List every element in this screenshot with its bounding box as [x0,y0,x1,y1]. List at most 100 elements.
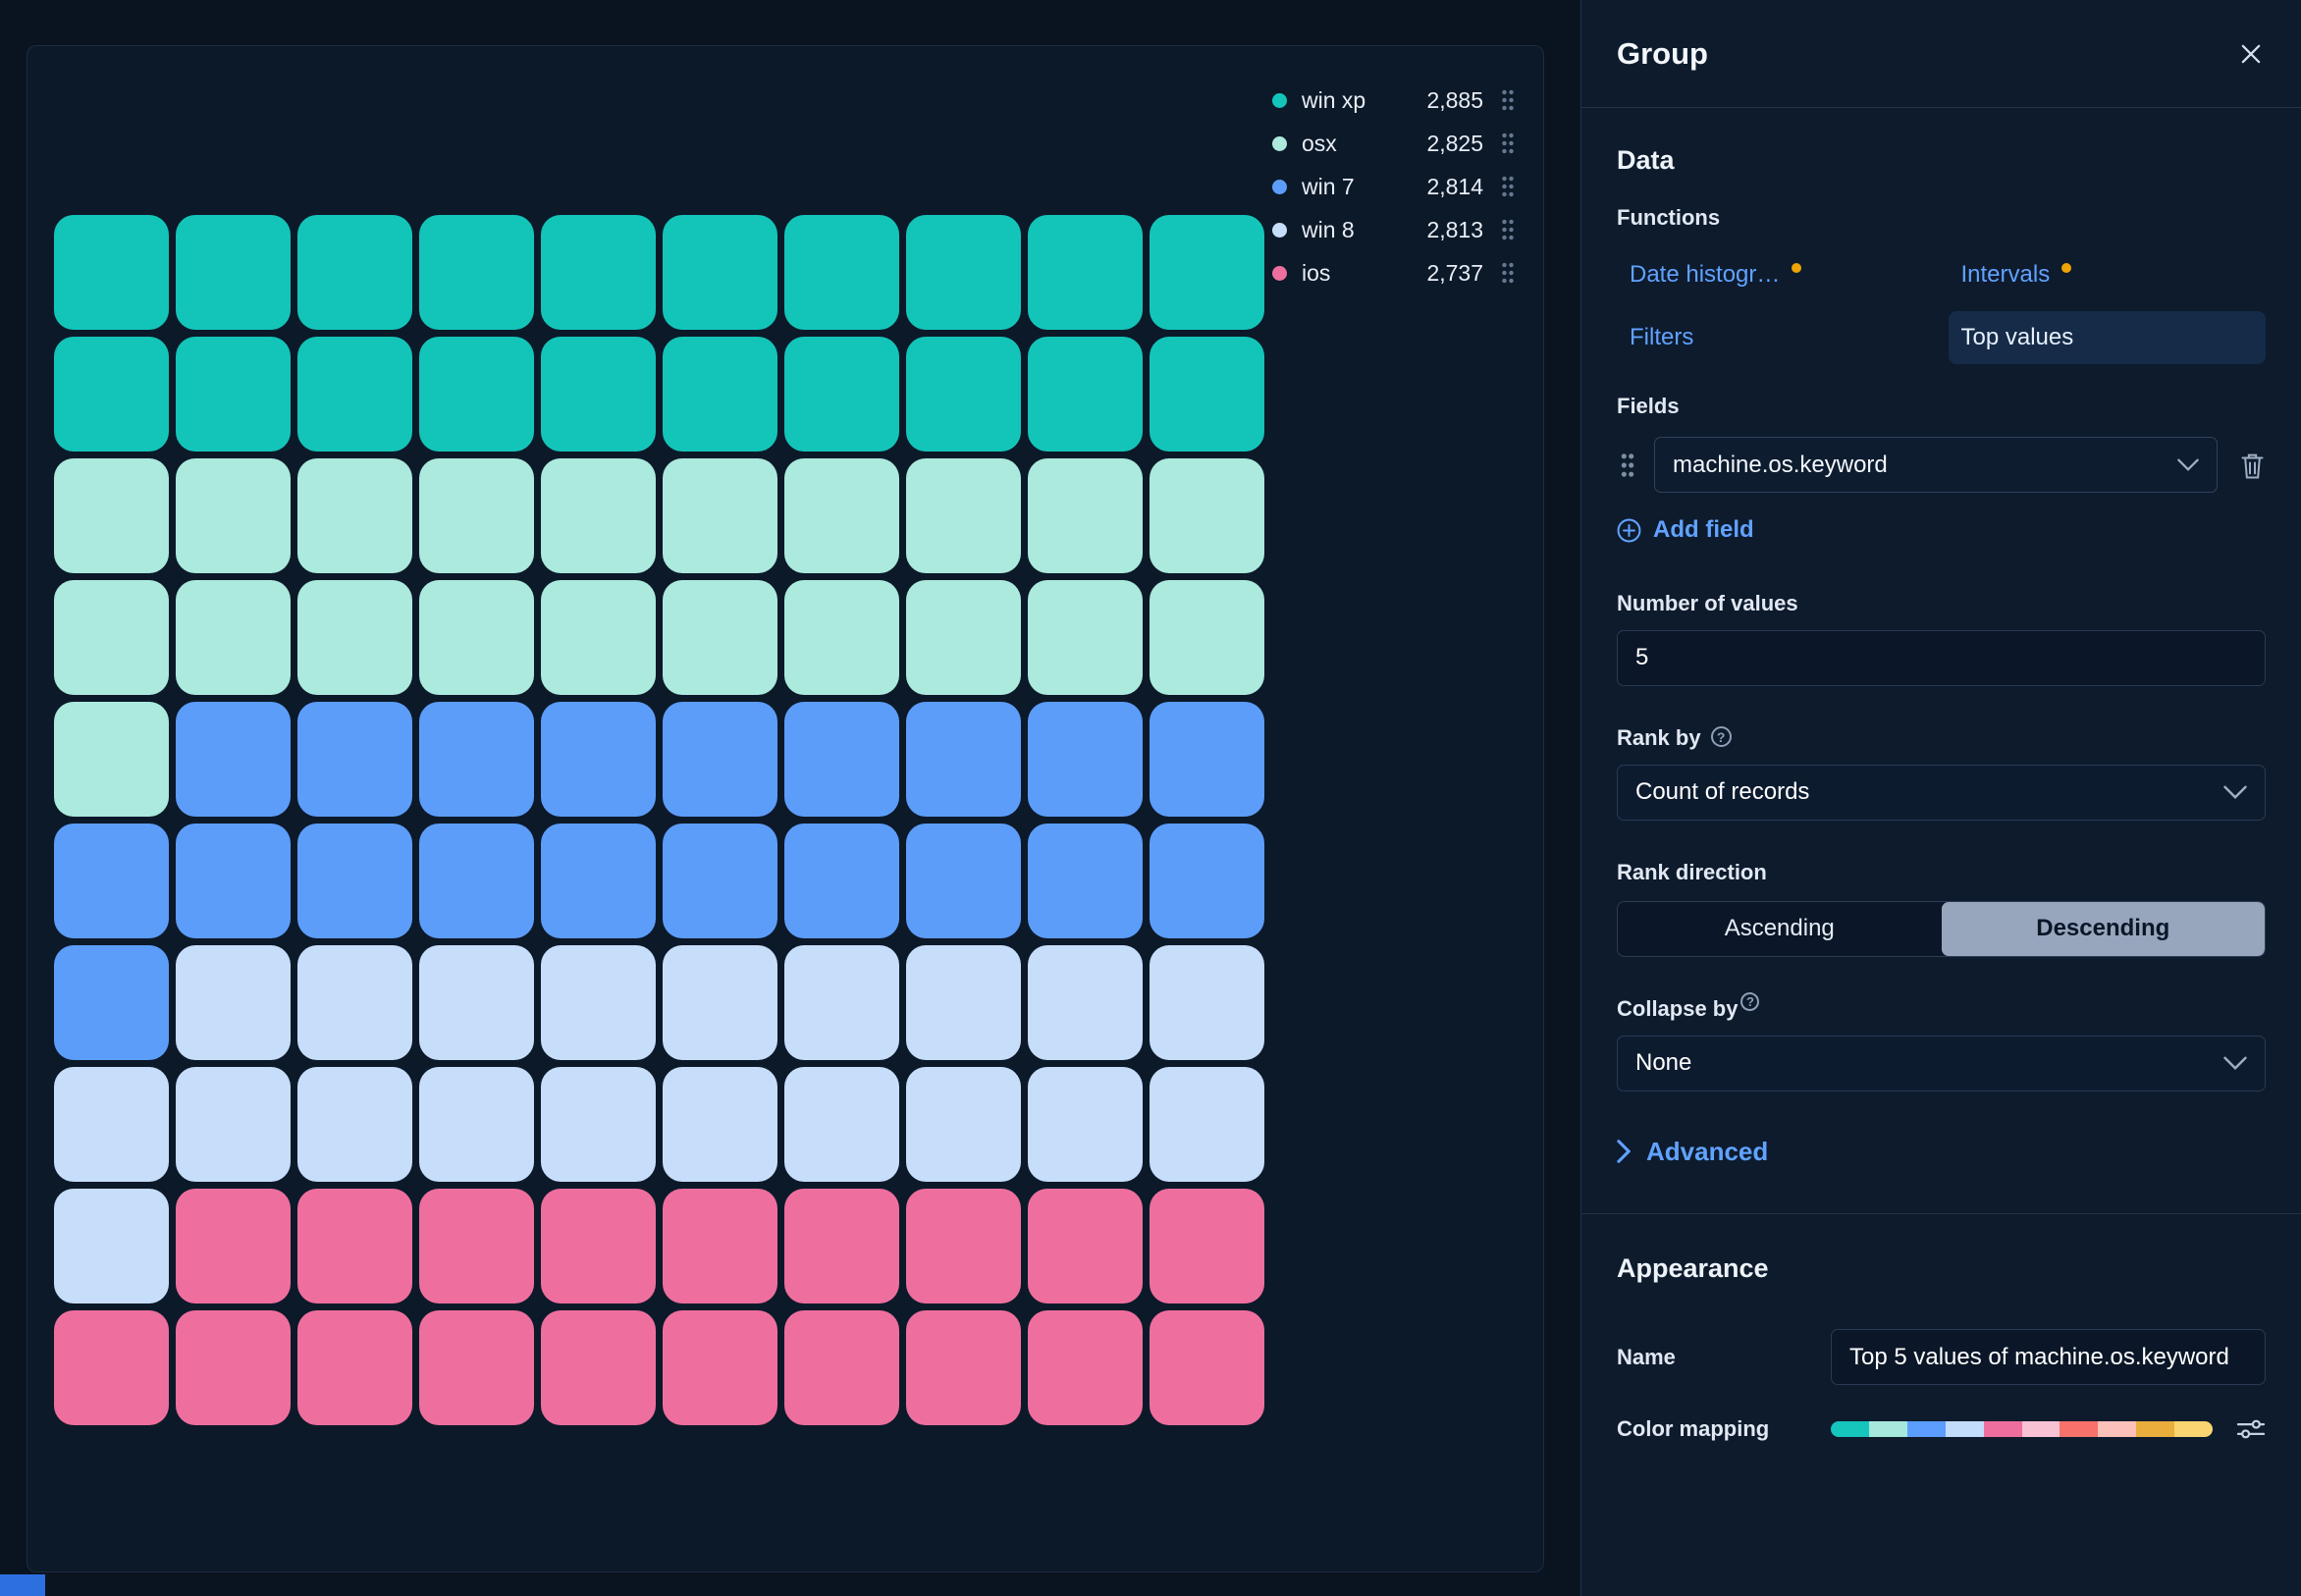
waffle-cell-win-8[interactable] [541,945,656,1060]
waffle-cell-win-7[interactable] [54,824,169,938]
waffle-cell-win-8[interactable] [784,1067,899,1182]
waffle-cell-ios[interactable] [784,1310,899,1425]
waffle-cell-win-7[interactable] [176,824,291,938]
waffle-cell-win-7[interactable] [1028,824,1143,938]
waffle-cell-win-8[interactable] [297,1067,412,1182]
waffle-cell-osx[interactable] [1028,458,1143,573]
help-icon[interactable]: ? [1740,992,1759,1011]
waffle-cell-osx[interactable] [663,458,777,573]
legend-item-win-7[interactable]: win 72,814 [1272,170,1514,203]
waffle-cell-osx[interactable] [297,580,412,695]
waffle-cell-win-xp[interactable] [663,215,777,330]
color-mapping-settings-icon[interactable] [2236,1416,2266,1442]
waffle-cell-win-7[interactable] [906,702,1021,817]
rank-ascending-button[interactable]: Ascending [1618,902,1942,956]
waffle-cell-osx[interactable] [1150,580,1264,695]
legend-item-win-8[interactable]: win 82,813 [1272,213,1514,246]
waffle-cell-win-7[interactable] [541,824,656,938]
waffle-cell-osx[interactable] [541,580,656,695]
waffle-cell-win-8[interactable] [1150,1067,1264,1182]
waffle-cell-ios[interactable] [1028,1189,1143,1303]
waffle-cell-win-7[interactable] [297,824,412,938]
waffle-cell-win-8[interactable] [663,1067,777,1182]
waffle-cell-osx[interactable] [419,458,534,573]
waffle-cell-win-8[interactable] [1150,945,1264,1060]
rank-by-select[interactable]: Count of records [1617,765,2266,821]
waffle-cell-win-xp[interactable] [297,215,412,330]
waffle-cell-win-8[interactable] [419,945,534,1060]
delete-field-button[interactable] [2239,451,2266,480]
waffle-cell-osx[interactable] [1150,458,1264,573]
waffle-cell-win-8[interactable] [54,1067,169,1182]
waffle-cell-win-7[interactable] [784,824,899,938]
waffle-cell-osx[interactable] [54,580,169,695]
waffle-cell-win-xp[interactable] [663,337,777,452]
waffle-cell-ios[interactable] [176,1189,291,1303]
waffle-cell-osx[interactable] [297,458,412,573]
waffle-cell-win-7[interactable] [419,824,534,938]
legend-item-osx[interactable]: osx2,825 [1272,127,1514,160]
rank-descending-button[interactable]: Descending [1942,902,2266,956]
waffle-cell-win-8[interactable] [906,1067,1021,1182]
waffle-cell-osx[interactable] [906,580,1021,695]
waffle-cell-osx[interactable] [906,458,1021,573]
waffle-cell-ios[interactable] [1150,1189,1264,1303]
waffle-cell-ios[interactable] [419,1189,534,1303]
waffle-cell-win-xp[interactable] [541,337,656,452]
legend-item-ios[interactable]: ios2,737 [1272,256,1514,290]
waffle-cell-win-xp[interactable] [1150,215,1264,330]
help-icon[interactable]: ? [1711,726,1732,747]
waffle-cell-win-7[interactable] [1150,702,1264,817]
waffle-cell-win-xp[interactable] [906,215,1021,330]
waffle-cell-osx[interactable] [54,458,169,573]
waffle-cell-osx[interactable] [176,458,291,573]
waffle-cell-ios[interactable] [176,1310,291,1425]
waffle-cell-win-8[interactable] [176,945,291,1060]
waffle-cell-win-7[interactable] [176,702,291,817]
waffle-cell-ios[interactable] [906,1189,1021,1303]
close-flyout-button[interactable] [2238,41,2264,67]
waffle-cell-win-7[interactable] [419,702,534,817]
waffle-cell-osx[interactable] [1028,580,1143,695]
add-field-button[interactable]: Add field [1617,516,1754,544]
waffle-cell-osx[interactable] [663,580,777,695]
waffle-cell-win-7[interactable] [663,824,777,938]
waffle-cell-ios[interactable] [906,1310,1021,1425]
waffle-cell-osx[interactable] [784,458,899,573]
waffle-cell-win-7[interactable] [784,702,899,817]
waffle-cell-win-7[interactable] [54,945,169,1060]
waffle-cell-win-xp[interactable] [784,337,899,452]
legend-actions-icon[interactable] [1501,88,1514,112]
legend-actions-icon[interactable] [1501,218,1514,241]
waffle-cell-ios[interactable] [784,1189,899,1303]
function-date-histogram[interactable]: Date histogr… [1617,248,1935,301]
waffle-cell-ios[interactable] [541,1310,656,1425]
waffle-cell-win-xp[interactable] [54,215,169,330]
waffle-cell-osx[interactable] [176,580,291,695]
waffle-cell-win-8[interactable] [176,1067,291,1182]
waffle-cell-win-7[interactable] [663,702,777,817]
waffle-cell-win-8[interactable] [1028,1067,1143,1182]
collapse-by-select[interactable]: None [1617,1036,2266,1091]
waffle-cell-win-7[interactable] [1150,824,1264,938]
waffle-cell-osx[interactable] [784,580,899,695]
number-of-values-input[interactable] [1617,630,2266,686]
legend-actions-icon[interactable] [1501,261,1514,285]
waffle-cell-win-8[interactable] [784,945,899,1060]
waffle-cell-win-8[interactable] [297,945,412,1060]
waffle-cell-win-xp[interactable] [1028,337,1143,452]
waffle-cell-win-xp[interactable] [419,215,534,330]
waffle-cell-win-8[interactable] [1028,945,1143,1060]
function-top-values[interactable]: Top values [1949,311,2267,364]
waffle-cell-win-xp[interactable] [784,215,899,330]
waffle-cell-win-xp[interactable] [54,337,169,452]
waffle-cell-ios[interactable] [297,1189,412,1303]
advanced-toggle[interactable]: Advanced [1617,1137,1768,1167]
waffle-cell-win-7[interactable] [541,702,656,817]
waffle-cell-win-8[interactable] [419,1067,534,1182]
waffle-cell-win-8[interactable] [54,1189,169,1303]
waffle-cell-win-7[interactable] [906,824,1021,938]
waffle-cell-win-7[interactable] [297,702,412,817]
waffle-cell-ios[interactable] [663,1310,777,1425]
waffle-cell-win-8[interactable] [906,945,1021,1060]
